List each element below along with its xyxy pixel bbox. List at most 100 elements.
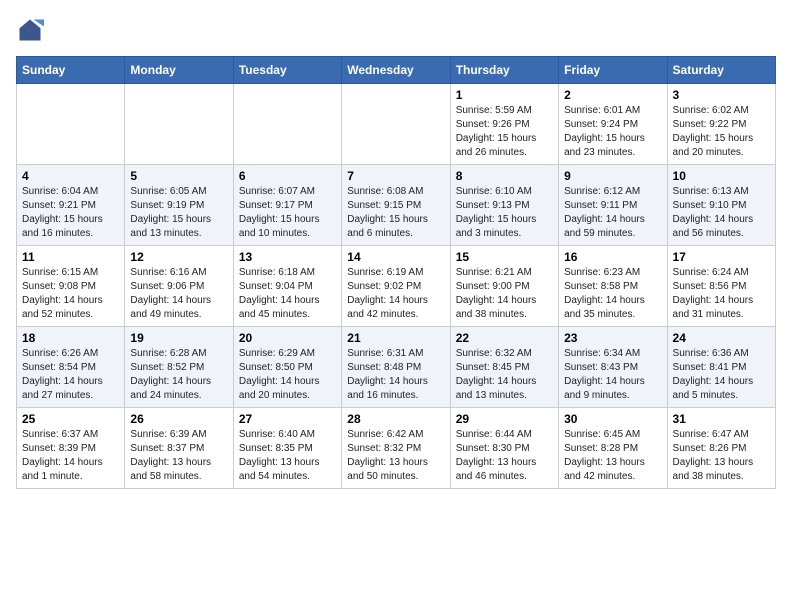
- day-number: 11: [22, 250, 119, 264]
- calendar-day-header: Saturday: [667, 57, 775, 84]
- day-number: 1: [456, 88, 553, 102]
- day-number: 5: [130, 169, 227, 183]
- day-info: Sunrise: 6:18 AM Sunset: 9:04 PM Dayligh…: [239, 266, 336, 322]
- calendar-cell: 12 Sunrise: 6:16 AM Sunset: 9:06 PM Dayli…: [125, 246, 233, 327]
- day-info: Sunrise: 6:02 AM Sunset: 9:22 PM Dayligh…: [673, 104, 770, 160]
- calendar-table: SundayMondayTuesdayWednesdayThursdayFrid…: [16, 56, 776, 489]
- day-number: 26: [130, 412, 227, 426]
- day-number: 14: [347, 250, 444, 264]
- day-info: Sunrise: 5:59 AM Sunset: 9:26 PM Dayligh…: [456, 104, 553, 160]
- day-info: Sunrise: 6:29 AM Sunset: 8:50 PM Dayligh…: [239, 347, 336, 403]
- day-info: Sunrise: 6:39 AM Sunset: 8:37 PM Dayligh…: [130, 428, 227, 484]
- day-info: Sunrise: 6:24 AM Sunset: 8:56 PM Dayligh…: [673, 266, 770, 322]
- day-number: 31: [673, 412, 770, 426]
- day-info: Sunrise: 6:36 AM Sunset: 8:41 PM Dayligh…: [673, 347, 770, 403]
- day-info: Sunrise: 6:47 AM Sunset: 8:26 PM Dayligh…: [673, 428, 770, 484]
- calendar-cell: 22 Sunrise: 6:32 AM Sunset: 8:45 PM Dayli…: [450, 327, 558, 408]
- day-info: Sunrise: 6:07 AM Sunset: 9:17 PM Dayligh…: [239, 185, 336, 241]
- calendar-cell: 17Sunrise: 6:24 AM Sunset: 8:56 PM Dayli…: [667, 246, 775, 327]
- day-number: 24: [673, 331, 770, 345]
- logo-icon: [16, 16, 44, 44]
- day-number: 15: [456, 250, 553, 264]
- day-number: 6: [239, 169, 336, 183]
- calendar-cell: 4 Sunrise: 6:04 AM Sunset: 9:21 PM Daylig…: [17, 165, 125, 246]
- day-number: 18: [22, 331, 119, 345]
- calendar-cell: 15 Sunrise: 6:21 AM Sunset: 9:00 PM Dayli…: [450, 246, 558, 327]
- calendar-day-header: Monday: [125, 57, 233, 84]
- day-number: 29: [456, 412, 553, 426]
- day-info: Sunrise: 6:21 AM Sunset: 9:00 PM Dayligh…: [456, 266, 553, 322]
- calendar-cell: 8 Sunrise: 6:10 AM Sunset: 9:13 PM Daylig…: [450, 165, 558, 246]
- day-number: 22: [456, 331, 553, 345]
- calendar-cell: 30Sunrise: 6:45 AM Sunset: 8:28 PM Dayli…: [559, 408, 667, 489]
- calendar-cell: 13 Sunrise: 6:18 AM Sunset: 9:04 PM Dayli…: [233, 246, 341, 327]
- calendar-cell: 5 Sunrise: 6:05 AM Sunset: 9:19 PM Daylig…: [125, 165, 233, 246]
- calendar-cell: 31 Sunrise: 6:47 AM Sunset: 8:26 PM Dayli…: [667, 408, 775, 489]
- calendar-day-header: Sunday: [17, 57, 125, 84]
- calendar-cell: 23 Sunrise: 6:34 AM Sunset: 8:43 PM Dayli…: [559, 327, 667, 408]
- day-info: Sunrise: 6:37 AM Sunset: 8:39 PM Dayligh…: [22, 428, 119, 484]
- calendar-cell: 7Sunrise: 6:08 AM Sunset: 9:15 PM Daylig…: [342, 165, 450, 246]
- day-info: Sunrise: 6:34 AM Sunset: 8:43 PM Dayligh…: [564, 347, 661, 403]
- calendar-cell: 29 Sunrise: 6:44 AM Sunset: 8:30 PM Dayli…: [450, 408, 558, 489]
- day-number: 4: [22, 169, 119, 183]
- calendar-week-row: 1 Sunrise: 5:59 AM Sunset: 9:26 PM Daylig…: [17, 84, 776, 165]
- day-info: Sunrise: 6:45 AM Sunset: 8:28 PM Dayligh…: [564, 428, 661, 484]
- calendar-cell: 28Sunrise: 6:42 AM Sunset: 8:32 PM Dayli…: [342, 408, 450, 489]
- calendar-cell: 19 Sunrise: 6:28 AM Sunset: 8:52 PM Dayli…: [125, 327, 233, 408]
- day-number: 3: [673, 88, 770, 102]
- day-info: Sunrise: 6:19 AM Sunset: 9:02 PM Dayligh…: [347, 266, 444, 322]
- calendar-cell: 26 Sunrise: 6:39 AM Sunset: 8:37 PM Dayli…: [125, 408, 233, 489]
- day-info: Sunrise: 6:13 AM Sunset: 9:10 PM Dayligh…: [673, 185, 770, 241]
- calendar-cell: 20 Sunrise: 6:29 AM Sunset: 8:50 PM Dayli…: [233, 327, 341, 408]
- day-number: 20: [239, 331, 336, 345]
- calendar-cell: 21Sunrise: 6:31 AM Sunset: 8:48 PM Dayli…: [342, 327, 450, 408]
- calendar-cell: 24 Sunrise: 6:36 AM Sunset: 8:41 PM Dayli…: [667, 327, 775, 408]
- calendar-week-row: 25 Sunrise: 6:37 AM Sunset: 8:39 PM Dayli…: [17, 408, 776, 489]
- day-number: 9: [564, 169, 661, 183]
- day-number: 10: [673, 169, 770, 183]
- calendar-week-row: 4 Sunrise: 6:04 AM Sunset: 9:21 PM Daylig…: [17, 165, 776, 246]
- day-info: Sunrise: 6:28 AM Sunset: 8:52 PM Dayligh…: [130, 347, 227, 403]
- day-info: Sunrise: 6:05 AM Sunset: 9:19 PM Dayligh…: [130, 185, 227, 241]
- calendar-header-row: SundayMondayTuesdayWednesdayThursdayFrid…: [17, 57, 776, 84]
- calendar-day-header: Tuesday: [233, 57, 341, 84]
- day-number: 7: [347, 169, 444, 183]
- day-number: 16: [564, 250, 661, 264]
- calendar-cell: 9 Sunrise: 6:12 AM Sunset: 9:11 PM Daylig…: [559, 165, 667, 246]
- day-number: 21: [347, 331, 444, 345]
- calendar-cell: 6 Sunrise: 6:07 AM Sunset: 9:17 PM Daylig…: [233, 165, 341, 246]
- calendar-cell: 16Sunrise: 6:23 AM Sunset: 8:58 PM Dayli…: [559, 246, 667, 327]
- calendar-cell: 3 Sunrise: 6:02 AM Sunset: 9:22 PM Daylig…: [667, 84, 775, 165]
- day-number: 19: [130, 331, 227, 345]
- calendar-cell: 27Sunrise: 6:40 AM Sunset: 8:35 PM Dayli…: [233, 408, 341, 489]
- day-info: Sunrise: 6:16 AM Sunset: 9:06 PM Dayligh…: [130, 266, 227, 322]
- calendar-body: 1 Sunrise: 5:59 AM Sunset: 9:26 PM Daylig…: [17, 84, 776, 489]
- day-number: 8: [456, 169, 553, 183]
- calendar-cell: 1 Sunrise: 5:59 AM Sunset: 9:26 PM Daylig…: [450, 84, 558, 165]
- calendar-cell: [125, 84, 233, 165]
- calendar-cell: 11 Sunrise: 6:15 AM Sunset: 9:08 PM Dayli…: [17, 246, 125, 327]
- day-number: 12: [130, 250, 227, 264]
- calendar-cell: 14 Sunrise: 6:19 AM Sunset: 9:02 PM Dayli…: [342, 246, 450, 327]
- day-number: 13: [239, 250, 336, 264]
- day-info: Sunrise: 6:15 AM Sunset: 9:08 PM Dayligh…: [22, 266, 119, 322]
- calendar-cell: [17, 84, 125, 165]
- calendar-cell: [342, 84, 450, 165]
- day-info: Sunrise: 6:10 AM Sunset: 9:13 PM Dayligh…: [456, 185, 553, 241]
- day-info: Sunrise: 6:44 AM Sunset: 8:30 PM Dayligh…: [456, 428, 553, 484]
- calendar-day-header: Wednesday: [342, 57, 450, 84]
- day-number: 2: [564, 88, 661, 102]
- calendar-day-header: Thursday: [450, 57, 558, 84]
- logo: [16, 16, 48, 44]
- day-info: Sunrise: 6:04 AM Sunset: 9:21 PM Dayligh…: [22, 185, 119, 241]
- day-info: Sunrise: 6:12 AM Sunset: 9:11 PM Dayligh…: [564, 185, 661, 241]
- day-number: 25: [22, 412, 119, 426]
- day-info: Sunrise: 6:32 AM Sunset: 8:45 PM Dayligh…: [456, 347, 553, 403]
- calendar-day-header: Friday: [559, 57, 667, 84]
- calendar-cell: 18Sunrise: 6:26 AM Sunset: 8:54 PM Dayli…: [17, 327, 125, 408]
- day-number: 23: [564, 331, 661, 345]
- calendar-week-row: 11 Sunrise: 6:15 AM Sunset: 9:08 PM Dayli…: [17, 246, 776, 327]
- day-info: Sunrise: 6:42 AM Sunset: 8:32 PM Dayligh…: [347, 428, 444, 484]
- calendar-cell: 2Sunrise: 6:01 AM Sunset: 9:24 PM Daylig…: [559, 84, 667, 165]
